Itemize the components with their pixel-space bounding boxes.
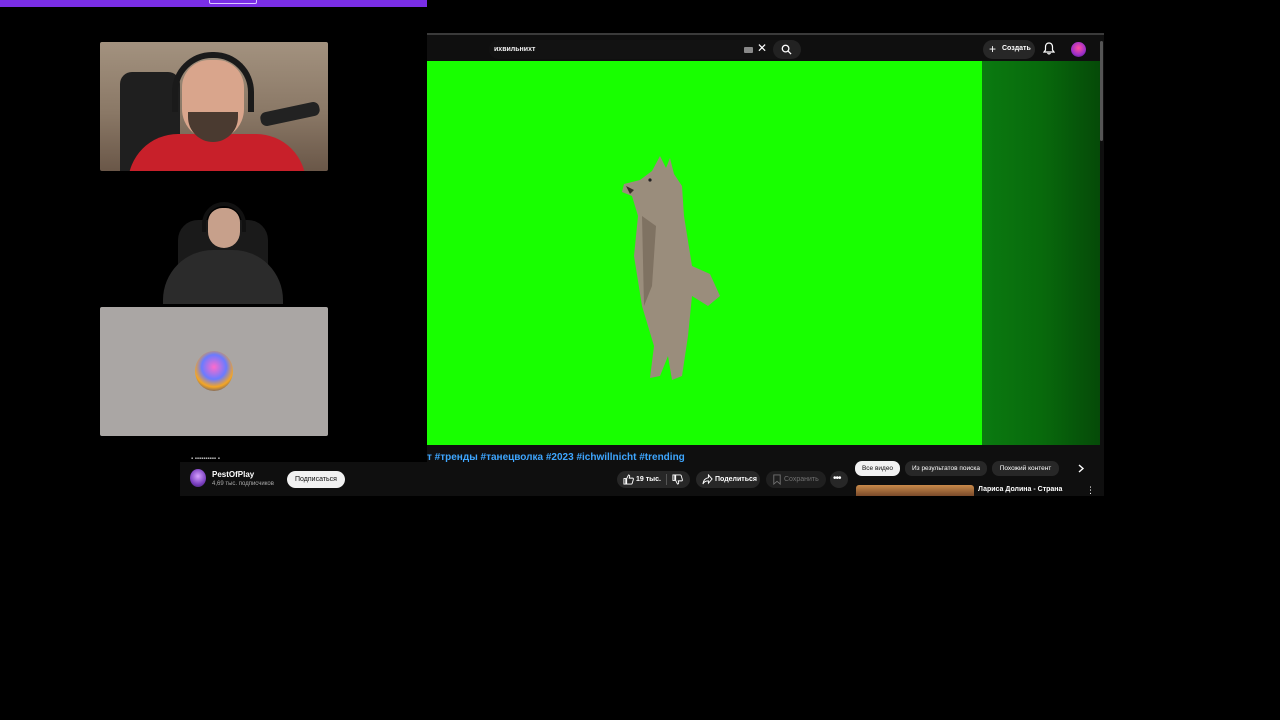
webcam-guest — [158, 198, 288, 304]
subscribe-button[interactable]: Подписаться — [287, 471, 345, 488]
user-avatar[interactable] — [1071, 42, 1086, 57]
thumbs-down-icon[interactable] — [672, 474, 683, 485]
webcam-avatar-placeholder — [100, 307, 328, 436]
bookmark-icon — [773, 474, 781, 485]
webcam-streamer-main — [100, 42, 328, 171]
like-count: 19 тыс. — [636, 476, 661, 483]
like-divider — [666, 474, 667, 485]
microphone — [259, 100, 321, 128]
like-dislike-group: 19 тыс. — [617, 471, 690, 488]
share-icon — [702, 474, 713, 485]
save-label: Сохранить — [784, 476, 819, 483]
channel-avatar[interactable] — [190, 469, 206, 487]
top-notification-banner: ✕ — [0, 0, 427, 7]
more-actions-button[interactable]: ••• — [830, 471, 848, 488]
save-button[interactable]: Сохранить — [766, 471, 826, 488]
chip-similar-content[interactable]: Похожий контент — [992, 461, 1059, 476]
video-player[interactable] — [427, 61, 982, 445]
recommendation-menu-icon[interactable]: ⋮ — [1086, 485, 1095, 496]
participant-avatar — [195, 351, 233, 391]
dancing-wolf-image — [622, 156, 720, 380]
more-dots-icon: ••• — [833, 473, 841, 484]
background-green-panel — [982, 61, 1100, 445]
headset — [172, 52, 254, 112]
create-button[interactable]: + Создать — [983, 40, 1035, 59]
page-scrollbar[interactable] — [1100, 41, 1103, 141]
share-label: Поделиться — [715, 476, 758, 483]
banner-close-icon[interactable]: ✕ — [410, 0, 417, 2]
search-icon — [781, 44, 792, 55]
youtube-window: ихвильнихт ✕ + Создать т #тренды #танецв… — [427, 33, 1104, 496]
recommended-video-thumbnail[interactable] — [856, 485, 974, 496]
banner-action-button[interactable] — [209, 0, 257, 4]
chip-all-videos[interactable]: Все видео — [855, 461, 900, 476]
search-button[interactable] — [773, 40, 801, 59]
chip-from-search[interactable]: Из результатов поиска — [905, 461, 987, 476]
channel-subscriber-count: 4,69 тыс. подписчиков — [212, 481, 274, 487]
clear-search-icon[interactable]: ✕ — [757, 42, 767, 54]
plus-icon: + — [989, 42, 997, 56]
recommended-video-title[interactable]: Лариса Долина - Страна — [978, 486, 1062, 493]
bell-icon[interactable] — [1043, 42, 1055, 55]
chevron-right-icon[interactable] — [1074, 461, 1088, 476]
create-label: Создать — [1002, 45, 1031, 52]
youtube-masthead: ихвильнихт ✕ + Создать — [427, 33, 1104, 141]
thumbs-up-icon[interactable] — [623, 474, 634, 485]
subscribe-label: Подписаться — [295, 476, 337, 483]
channel-name[interactable]: PestOfPlay — [212, 470, 254, 479]
keyboard-icon[interactable] — [744, 47, 753, 53]
share-button[interactable]: Поделиться — [696, 471, 760, 488]
guest-headset — [202, 202, 246, 232]
search-query: ихвильнихт — [494, 46, 536, 53]
